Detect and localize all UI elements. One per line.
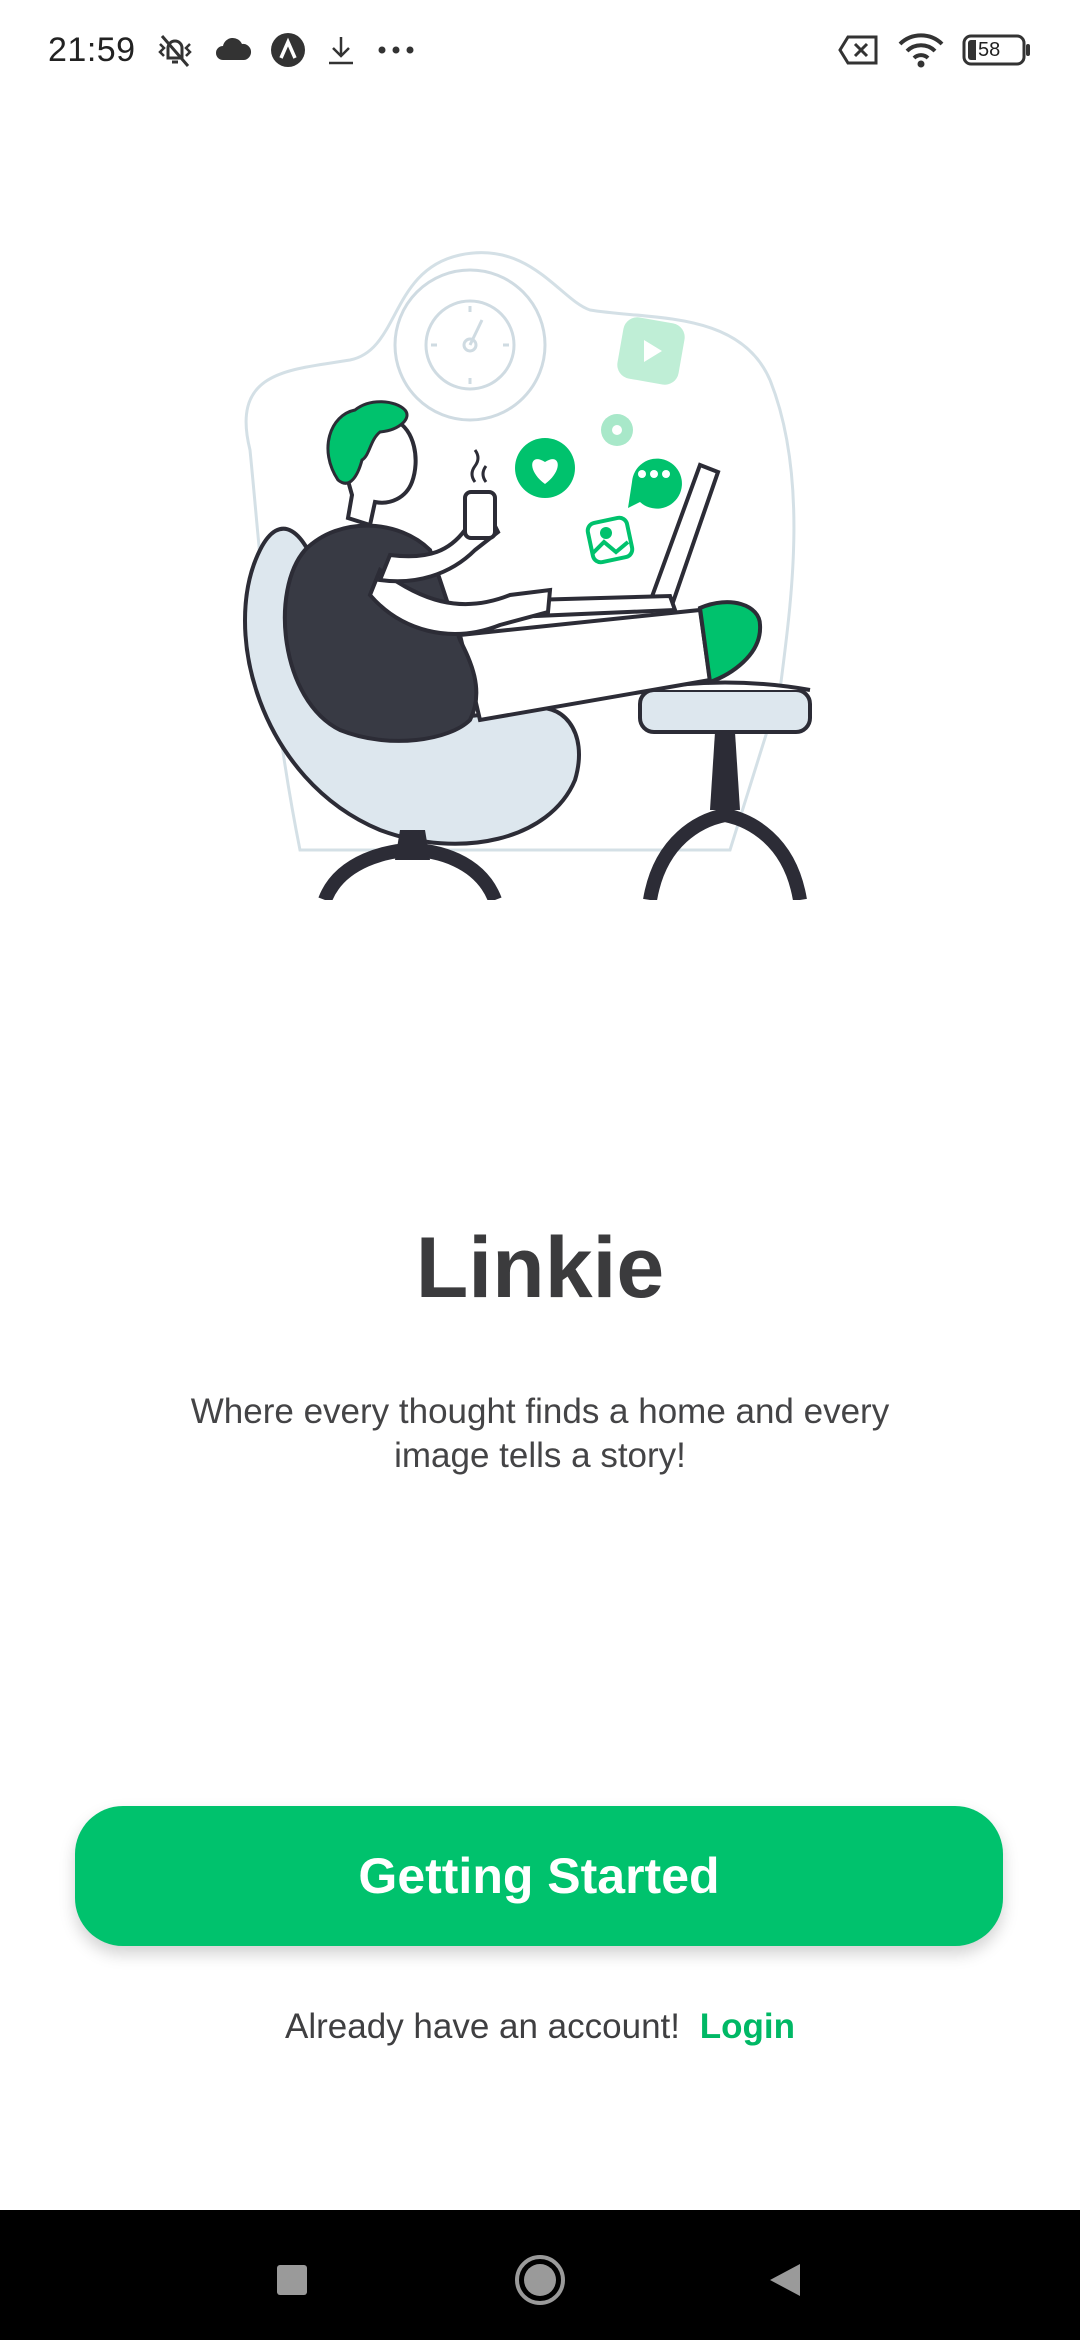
getting-started-button[interactable]: Getting Started — [75, 1806, 1003, 1946]
battery-icon: 58 — [962, 34, 1032, 66]
home-icon[interactable] — [510, 2250, 570, 2310]
battery-level: 58 — [976, 39, 1003, 61]
cloud-icon — [214, 35, 252, 65]
status-left: 21:59 — [48, 30, 416, 70]
download-icon — [324, 33, 358, 67]
app-notification-icon — [270, 32, 306, 68]
status-time: 21:59 — [48, 30, 136, 69]
app-title: Linkie — [415, 1220, 665, 1316]
wifi-icon — [898, 32, 944, 68]
back-icon[interactable] — [754, 2250, 814, 2310]
sim-off-icon — [838, 34, 880, 66]
login-prompt: Already have an account! — [285, 2007, 680, 2046]
system-nav-bar — [0, 2210, 1080, 2340]
status-bar: 21:59 58 — [0, 0, 1080, 100]
tagline: Where every thought finds a home and eve… — [190, 1392, 890, 1475]
more-dots-icon — [376, 44, 416, 56]
status-right: 58 — [838, 32, 1032, 68]
login-row: Already have an account! Login — [0, 2005, 1080, 2049]
hero-illustration — [230, 250, 830, 903]
vibrate-off-icon — [154, 30, 196, 70]
recent-apps-icon[interactable] — [262, 2250, 322, 2310]
login-link[interactable]: Login — [700, 2007, 795, 2046]
